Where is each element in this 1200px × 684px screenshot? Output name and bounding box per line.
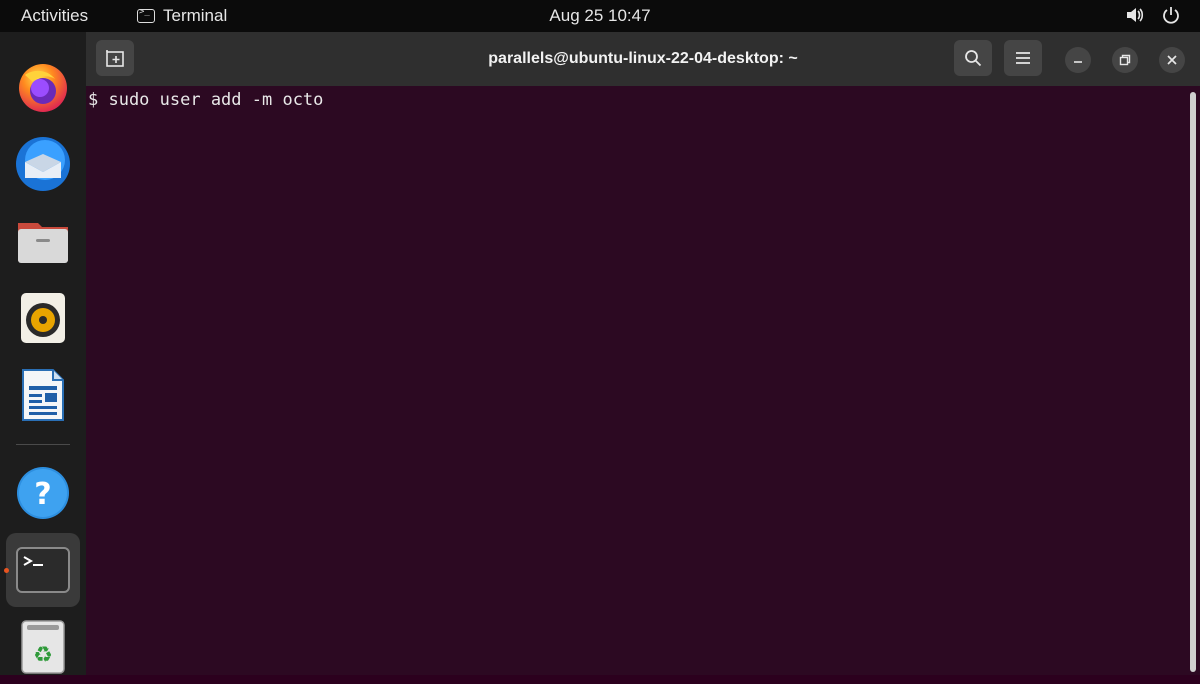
app-menu[interactable]: Terminal (137, 6, 227, 26)
svg-text:♻: ♻ (33, 643, 53, 668)
dock-item-rhythmbox[interactable] (6, 281, 80, 355)
maximize-button[interactable] (1112, 47, 1138, 73)
terminal-output[interactable]: $ sudo user add -m octo (86, 86, 1200, 675)
dock-separator (16, 444, 70, 445)
terminal-icon (137, 7, 155, 23)
terminal-icon (16, 547, 70, 593)
firefox-icon (19, 64, 67, 112)
rhythmbox-icon (21, 293, 65, 343)
dock-item-files[interactable] (6, 204, 80, 278)
dock-item-thunderbird[interactable] (6, 127, 80, 201)
minimize-icon (1074, 61, 1082, 63)
app-menu-label: Terminal (163, 6, 228, 25)
dock-item-writer[interactable] (6, 358, 80, 432)
clock[interactable]: Aug 25 10:47 (549, 6, 650, 25)
hamburger-icon (1016, 52, 1030, 64)
dock-item-terminal[interactable] (6, 533, 80, 607)
thunderbird-icon (16, 137, 70, 191)
menu-button[interactable] (1004, 40, 1042, 76)
close-icon (1167, 55, 1177, 65)
dock-item-firefox[interactable] (6, 50, 80, 124)
minimize-button[interactable] (1065, 47, 1091, 73)
top-bar: Activities Terminal Aug 25 10:47 (0, 0, 1200, 32)
terminal-headerbar: parallels@ubuntu-linux-22-04-desktop: ~ (86, 32, 1200, 86)
running-indicator (4, 568, 9, 573)
dock-item-trash[interactable]: ♻ (6, 610, 80, 684)
activities-button[interactable]: Activities (21, 6, 88, 26)
files-icon (18, 223, 68, 263)
close-button[interactable] (1159, 47, 1185, 73)
command-line: $ sudo user add -m octo (88, 90, 324, 110)
writer-icon (22, 369, 64, 421)
dock: ? ♻ (0, 32, 86, 675)
search-icon (965, 50, 982, 67)
new-tab-icon (106, 50, 124, 67)
help-icon: ? (17, 467, 69, 519)
volume-icon (1127, 8, 1144, 22)
system-menu[interactable] (1126, 6, 1180, 24)
svg-text:?: ? (34, 477, 51, 512)
scrollbar[interactable] (1190, 92, 1196, 672)
trash-icon: ♻ (21, 620, 65, 674)
power-icon (1163, 7, 1179, 24)
restore-icon (1119, 54, 1131, 66)
search-button[interactable] (954, 40, 992, 76)
new-tab-button[interactable] (96, 40, 134, 76)
dock-item-help[interactable]: ? (6, 456, 80, 530)
